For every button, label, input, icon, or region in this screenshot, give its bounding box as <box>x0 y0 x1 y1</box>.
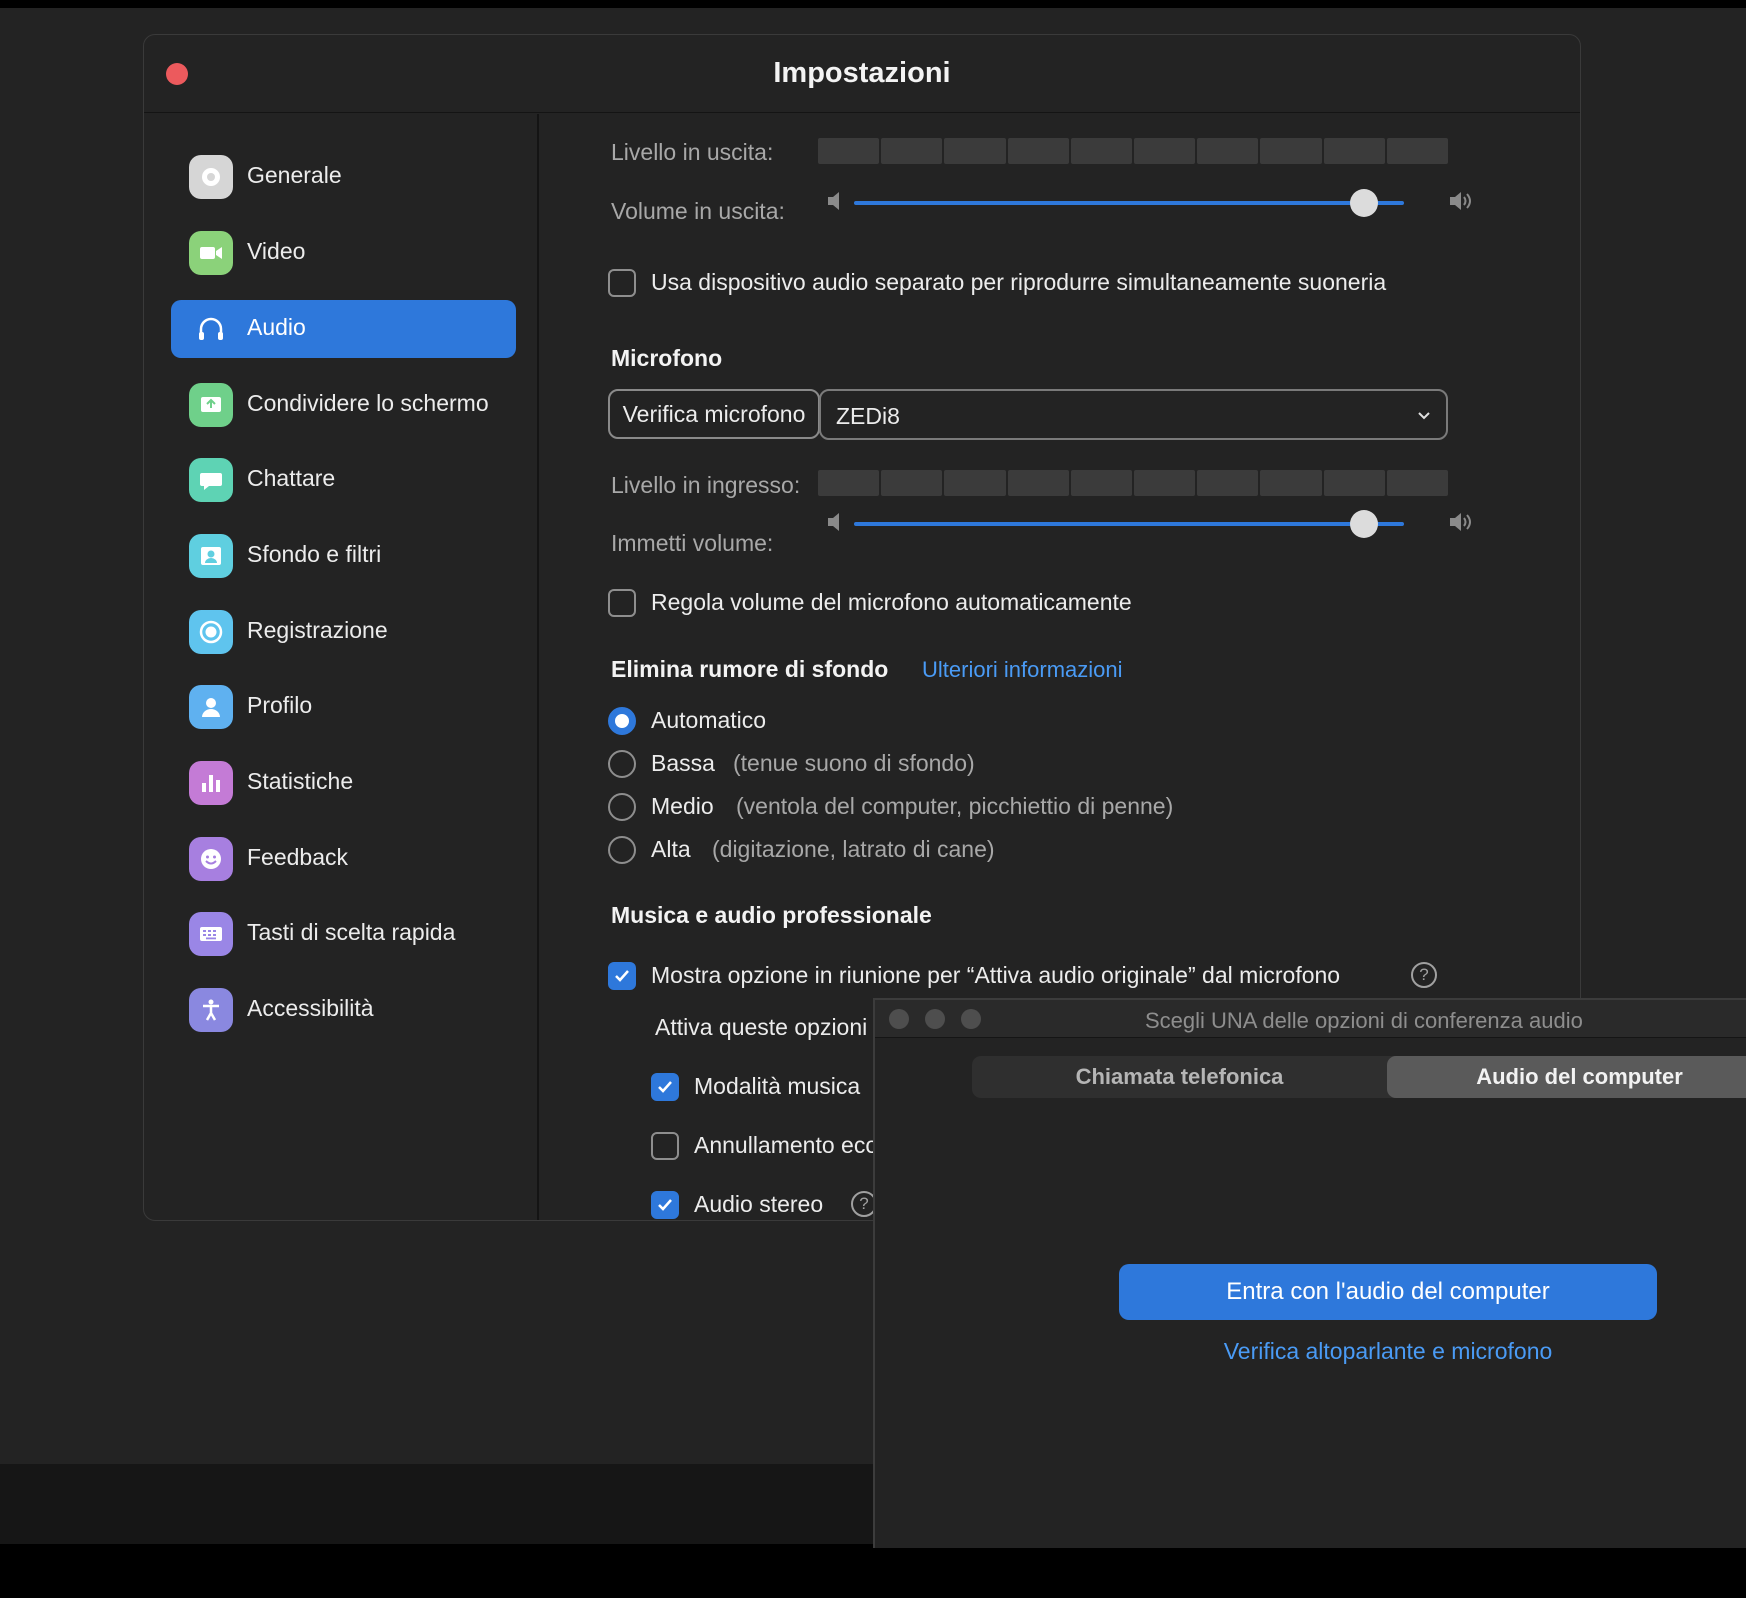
checkmark-icon <box>615 970 629 982</box>
noise-option-hint: (tenue suono di sfondo) <box>733 750 975 776</box>
microphone-section-title: Microfono <box>611 345 723 371</box>
headphones-icon <box>189 307 233 351</box>
audio-conference-dialog: Scegli UNA delle opzioni di conferenza a… <box>873 998 1746 1548</box>
keyboard-icon <box>189 912 233 956</box>
sidebar-item-chattare[interactable]: Chattare <box>171 451 516 509</box>
noise-radio-medio[interactable] <box>608 793 636 821</box>
noise-option-hint: (digitazione, latrato di cane) <box>712 836 995 862</box>
sidebar-item-label: Profilo <box>247 692 313 718</box>
volume-high-icon <box>1450 192 1471 210</box>
original-audio-checkbox[interactable] <box>608 962 636 990</box>
sidebar-item-registrazione[interactable]: Registrazione <box>171 603 516 661</box>
noise-radio-automatico[interactable] <box>608 707 636 735</box>
test-microphone-button[interactable]: Verifica microfono <box>608 389 820 439</box>
more-info-link[interactable]: Ulteriori informazioni <box>922 657 1123 683</box>
noise-option-label: Automatico <box>651 707 767 733</box>
sidebar-item-label: Audio <box>247 314 306 340</box>
input-volume-label: Immetti volume: <box>611 530 774 556</box>
dialog-title: Scegli UNA delle opzioni di conferenza a… <box>1145 1008 1583 1033</box>
video-camera-icon <box>189 231 233 275</box>
sidebar-item-label: Accessibilità <box>247 995 374 1021</box>
dialog-zoom-button[interactable] <box>961 1009 981 1029</box>
echo-cancel-checkbox[interactable] <box>651 1132 679 1160</box>
output-volume-label: Volume in uscita: <box>611 198 785 224</box>
sidebar-item-tasti-scelta-rapida[interactable]: Tasti di scelta rapida <box>171 905 516 963</box>
stereo-audio-label: Audio stereo <box>694 1191 824 1217</box>
noise-option-label: Bassa <box>651 750 715 776</box>
background-person-icon <box>189 534 233 578</box>
separate-device-checkbox[interactable] <box>608 269 636 297</box>
dialog-close-button[interactable] <box>889 1009 909 1029</box>
volume-high-icon <box>1450 513 1471 531</box>
volume-low-icon <box>828 192 839 210</box>
input-level-meter <box>818 470 1449 496</box>
sidebar-item-audio[interactable]: Audio <box>171 300 516 358</box>
input-volume-slider[interactable] <box>854 509 1404 539</box>
noise-radio-bassa[interactable] <box>608 750 636 778</box>
sidebar-item-feedback[interactable]: Feedback <box>171 830 516 888</box>
sidebar-item-label: Generale <box>247 162 342 188</box>
settings-sidebar: Generale Video Audio Condividere lo sche… <box>144 114 539 1220</box>
echo-cancel-label: Annullamento eco <box>694 1132 879 1158</box>
slider-thumb[interactable] <box>1349 189 1378 217</box>
stereo-audio-checkbox[interactable] <box>651 1191 679 1219</box>
sidebar-item-label: Registrazione <box>247 617 388 643</box>
sidebar-item-label: Statistiche <box>247 768 354 794</box>
sidebar-item-label: Tasti di scelta rapida <box>247 919 456 945</box>
accessibility-icon <box>189 988 233 1032</box>
auto-adjust-mic-label: Regola volume del microfono automaticame… <box>651 589 1132 615</box>
sidebar-item-label: Video <box>247 238 306 264</box>
test-speaker-mic-link[interactable]: Verifica altoparlante e microfono <box>1119 1338 1657 1365</box>
music-section-title: Musica e audio professionale <box>611 902 932 928</box>
noise-option-label: Alta <box>651 836 691 862</box>
help-icon[interactable]: ? <box>1411 962 1437 988</box>
tab-computer-audio[interactable]: Audio del computer <box>1387 1056 1746 1098</box>
share-screen-icon <box>189 383 233 427</box>
output-level-label: Livello in uscita: <box>611 139 774 165</box>
sidebar-item-accessibilita[interactable]: Accessibilità <box>171 981 516 1039</box>
chat-bubble-icon <box>189 458 233 502</box>
sidebar-item-sfondo-filtri[interactable]: Sfondo e filtri <box>171 527 516 585</box>
sidebar-item-label: Chattare <box>247 465 336 491</box>
sidebar-item-label: Condividere lo schermo <box>247 390 489 416</box>
window-title: Impostazioni <box>773 57 951 89</box>
audio-mode-tabs: Chiamata telefonica Audio del computer <box>972 1056 1746 1098</box>
music-mode-label: Modalità musica <box>694 1073 861 1099</box>
microphone-select-value: ZEDi8 <box>836 403 900 429</box>
sidebar-item-profilo[interactable]: Profilo <box>171 678 516 736</box>
title-bar: Impostazioni <box>144 35 1580 113</box>
separate-device-label: Usa dispositivo audio separato per ripro… <box>651 269 1387 295</box>
checkmark-icon <box>658 1199 672 1211</box>
noise-section-title: Elimina rumore di sfondo <box>611 656 889 682</box>
tab-phone-call[interactable]: Chiamata telefonica <box>972 1056 1387 1098</box>
dialog-minimize-button[interactable] <box>925 1009 945 1029</box>
profile-icon <box>189 685 233 729</box>
dialog-title-bar: Scegli UNA delle opzioni di conferenza a… <box>875 1000 1746 1038</box>
output-volume-slider[interactable] <box>854 188 1404 218</box>
gear-icon <box>189 155 233 199</box>
noise-radio-alta[interactable] <box>608 836 636 864</box>
sidebar-item-label: Feedback <box>247 844 349 870</box>
music-mode-checkbox[interactable] <box>651 1073 679 1101</box>
volume-low-icon <box>828 513 839 531</box>
noise-option-hint: (ventola del computer, picchiettio di pe… <box>736 793 1174 819</box>
record-icon <box>189 610 233 654</box>
sidebar-item-statistiche[interactable]: Statistiche <box>171 754 516 812</box>
original-audio-label: Mostra opzione in riunione per “Attiva a… <box>651 962 1341 988</box>
smiley-icon <box>189 837 233 881</box>
input-level-label: Livello in ingresso: <box>611 472 801 498</box>
slider-thumb[interactable] <box>1349 510 1378 538</box>
noise-option-label: Medio <box>651 793 714 819</box>
checkmark-icon <box>658 1081 672 1093</box>
microphone-select[interactable]: ZEDi8 <box>819 389 1448 440</box>
auto-adjust-mic-checkbox[interactable] <box>608 589 636 617</box>
join-computer-audio-button[interactable]: Entra con l'audio del computer <box>1119 1264 1657 1320</box>
chevron-down-icon <box>1418 412 1430 420</box>
sidebar-item-condividere-schermo[interactable]: Condividere lo schermo <box>171 376 516 434</box>
sidebar-item-generale[interactable]: Generale <box>171 148 516 206</box>
output-level-meter <box>818 138 1449 164</box>
sidebar-item-label: Sfondo e filtri <box>247 541 382 567</box>
bar-chart-icon <box>189 761 233 805</box>
sidebar-item-video[interactable]: Video <box>171 224 516 282</box>
